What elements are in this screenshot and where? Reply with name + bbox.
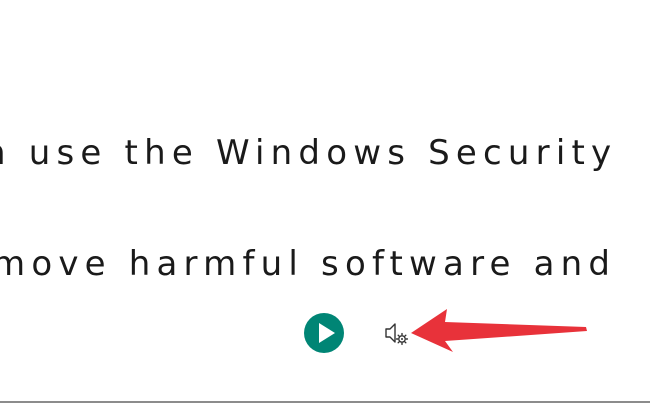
voice-settings-button[interactable]	[382, 321, 410, 347]
play-icon	[319, 323, 335, 343]
speaker-settings-icon	[385, 323, 409, 346]
play-button[interactable]	[304, 313, 344, 353]
reading-text-line: n use the Windows Security	[0, 133, 618, 173]
reading-text-line: move harmful software and	[0, 244, 617, 284]
immersive-reader-page: n use the Windows Security move harmful …	[0, 0, 650, 404]
divider	[0, 401, 650, 403]
